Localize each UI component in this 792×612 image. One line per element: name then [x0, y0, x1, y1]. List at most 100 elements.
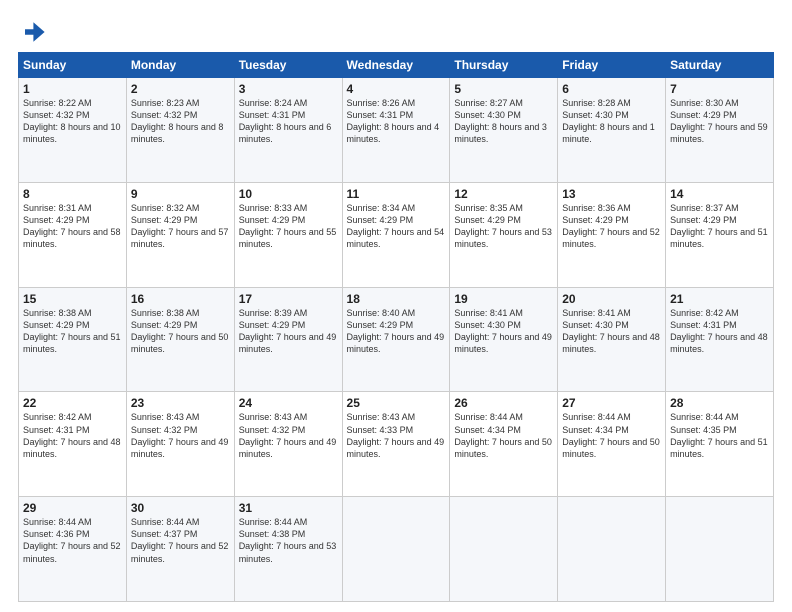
- day-info: Sunrise: 8:41 AMSunset: 4:30 PMDaylight:…: [562, 307, 661, 356]
- day-info: Sunrise: 8:42 AMSunset: 4:31 PMDaylight:…: [23, 411, 122, 460]
- day-cell: [450, 497, 558, 602]
- week-row-3: 15Sunrise: 8:38 AMSunset: 4:29 PMDayligh…: [19, 287, 774, 392]
- day-info: Sunrise: 8:41 AMSunset: 4:30 PMDaylight:…: [454, 307, 553, 356]
- day-cell: 1Sunrise: 8:22 AMSunset: 4:32 PMDaylight…: [19, 78, 127, 183]
- day-cell: 13Sunrise: 8:36 AMSunset: 4:29 PMDayligh…: [558, 182, 666, 287]
- day-number: 19: [454, 292, 553, 306]
- day-number: 30: [131, 501, 230, 515]
- day-cell: 4Sunrise: 8:26 AMSunset: 4:31 PMDaylight…: [342, 78, 450, 183]
- day-info: Sunrise: 8:44 AMSunset: 4:36 PMDaylight:…: [23, 516, 122, 565]
- calendar-table: SundayMondayTuesdayWednesdayThursdayFrid…: [18, 52, 774, 602]
- day-number: 1: [23, 82, 122, 96]
- calendar-body: 1Sunrise: 8:22 AMSunset: 4:32 PMDaylight…: [19, 78, 774, 602]
- day-number: 17: [239, 292, 338, 306]
- day-number: 24: [239, 396, 338, 410]
- day-number: 23: [131, 396, 230, 410]
- day-number: 2: [131, 82, 230, 96]
- day-cell: 2Sunrise: 8:23 AMSunset: 4:32 PMDaylight…: [126, 78, 234, 183]
- day-info: Sunrise: 8:32 AMSunset: 4:29 PMDaylight:…: [131, 202, 230, 251]
- day-number: 5: [454, 82, 553, 96]
- day-cell: 11Sunrise: 8:34 AMSunset: 4:29 PMDayligh…: [342, 182, 450, 287]
- col-header-thursday: Thursday: [450, 53, 558, 78]
- week-row-2: 8Sunrise: 8:31 AMSunset: 4:29 PMDaylight…: [19, 182, 774, 287]
- day-info: Sunrise: 8:34 AMSunset: 4:29 PMDaylight:…: [347, 202, 446, 251]
- day-cell: 12Sunrise: 8:35 AMSunset: 4:29 PMDayligh…: [450, 182, 558, 287]
- week-row-5: 29Sunrise: 8:44 AMSunset: 4:36 PMDayligh…: [19, 497, 774, 602]
- day-cell: [342, 497, 450, 602]
- page: SundayMondayTuesdayWednesdayThursdayFrid…: [0, 0, 792, 612]
- day-cell: 16Sunrise: 8:38 AMSunset: 4:29 PMDayligh…: [126, 287, 234, 392]
- day-cell: 26Sunrise: 8:44 AMSunset: 4:34 PMDayligh…: [450, 392, 558, 497]
- day-info: Sunrise: 8:44 AMSunset: 4:34 PMDaylight:…: [454, 411, 553, 460]
- header-row: SundayMondayTuesdayWednesdayThursdayFrid…: [19, 53, 774, 78]
- day-number: 15: [23, 292, 122, 306]
- day-cell: 6Sunrise: 8:28 AMSunset: 4:30 PMDaylight…: [558, 78, 666, 183]
- day-cell: 18Sunrise: 8:40 AMSunset: 4:29 PMDayligh…: [342, 287, 450, 392]
- col-header-monday: Monday: [126, 53, 234, 78]
- day-cell: 22Sunrise: 8:42 AMSunset: 4:31 PMDayligh…: [19, 392, 127, 497]
- day-info: Sunrise: 8:38 AMSunset: 4:29 PMDaylight:…: [23, 307, 122, 356]
- day-info: Sunrise: 8:43 AMSunset: 4:33 PMDaylight:…: [347, 411, 446, 460]
- day-number: 22: [23, 396, 122, 410]
- day-info: Sunrise: 8:42 AMSunset: 4:31 PMDaylight:…: [670, 307, 769, 356]
- day-info: Sunrise: 8:31 AMSunset: 4:29 PMDaylight:…: [23, 202, 122, 251]
- day-info: Sunrise: 8:22 AMSunset: 4:32 PMDaylight:…: [23, 97, 122, 146]
- day-cell: [666, 497, 774, 602]
- day-cell: 9Sunrise: 8:32 AMSunset: 4:29 PMDaylight…: [126, 182, 234, 287]
- day-info: Sunrise: 8:37 AMSunset: 4:29 PMDaylight:…: [670, 202, 769, 251]
- logo-icon: [18, 18, 46, 46]
- day-number: 14: [670, 187, 769, 201]
- col-header-wednesday: Wednesday: [342, 53, 450, 78]
- day-cell: 19Sunrise: 8:41 AMSunset: 4:30 PMDayligh…: [450, 287, 558, 392]
- day-info: Sunrise: 8:24 AMSunset: 4:31 PMDaylight:…: [239, 97, 338, 146]
- day-info: Sunrise: 8:38 AMSunset: 4:29 PMDaylight:…: [131, 307, 230, 356]
- day-number: 9: [131, 187, 230, 201]
- day-cell: 23Sunrise: 8:43 AMSunset: 4:32 PMDayligh…: [126, 392, 234, 497]
- day-cell: 21Sunrise: 8:42 AMSunset: 4:31 PMDayligh…: [666, 287, 774, 392]
- day-info: Sunrise: 8:44 AMSunset: 4:38 PMDaylight:…: [239, 516, 338, 565]
- day-number: 21: [670, 292, 769, 306]
- day-number: 12: [454, 187, 553, 201]
- day-number: 20: [562, 292, 661, 306]
- day-number: 26: [454, 396, 553, 410]
- day-info: Sunrise: 8:36 AMSunset: 4:29 PMDaylight:…: [562, 202, 661, 251]
- day-number: 27: [562, 396, 661, 410]
- day-info: Sunrise: 8:44 AMSunset: 4:34 PMDaylight:…: [562, 411, 661, 460]
- day-number: 11: [347, 187, 446, 201]
- header: [18, 18, 774, 46]
- day-cell: 15Sunrise: 8:38 AMSunset: 4:29 PMDayligh…: [19, 287, 127, 392]
- day-number: 18: [347, 292, 446, 306]
- day-cell: 27Sunrise: 8:44 AMSunset: 4:34 PMDayligh…: [558, 392, 666, 497]
- day-number: 10: [239, 187, 338, 201]
- week-row-4: 22Sunrise: 8:42 AMSunset: 4:31 PMDayligh…: [19, 392, 774, 497]
- day-number: 7: [670, 82, 769, 96]
- day-cell: 3Sunrise: 8:24 AMSunset: 4:31 PMDaylight…: [234, 78, 342, 183]
- day-cell: 30Sunrise: 8:44 AMSunset: 4:37 PMDayligh…: [126, 497, 234, 602]
- week-row-1: 1Sunrise: 8:22 AMSunset: 4:32 PMDaylight…: [19, 78, 774, 183]
- day-cell: [558, 497, 666, 602]
- day-number: 31: [239, 501, 338, 515]
- day-info: Sunrise: 8:33 AMSunset: 4:29 PMDaylight:…: [239, 202, 338, 251]
- day-cell: 29Sunrise: 8:44 AMSunset: 4:36 PMDayligh…: [19, 497, 127, 602]
- col-header-saturday: Saturday: [666, 53, 774, 78]
- day-info: Sunrise: 8:44 AMSunset: 4:35 PMDaylight:…: [670, 411, 769, 460]
- day-number: 3: [239, 82, 338, 96]
- day-cell: 25Sunrise: 8:43 AMSunset: 4:33 PMDayligh…: [342, 392, 450, 497]
- day-cell: 14Sunrise: 8:37 AMSunset: 4:29 PMDayligh…: [666, 182, 774, 287]
- day-number: 28: [670, 396, 769, 410]
- day-number: 25: [347, 396, 446, 410]
- day-info: Sunrise: 8:27 AMSunset: 4:30 PMDaylight:…: [454, 97, 553, 146]
- day-info: Sunrise: 8:43 AMSunset: 4:32 PMDaylight:…: [239, 411, 338, 460]
- day-cell: 28Sunrise: 8:44 AMSunset: 4:35 PMDayligh…: [666, 392, 774, 497]
- day-info: Sunrise: 8:28 AMSunset: 4:30 PMDaylight:…: [562, 97, 661, 146]
- day-number: 16: [131, 292, 230, 306]
- day-info: Sunrise: 8:43 AMSunset: 4:32 PMDaylight:…: [131, 411, 230, 460]
- day-number: 8: [23, 187, 122, 201]
- day-cell: 20Sunrise: 8:41 AMSunset: 4:30 PMDayligh…: [558, 287, 666, 392]
- day-cell: 8Sunrise: 8:31 AMSunset: 4:29 PMDaylight…: [19, 182, 127, 287]
- day-info: Sunrise: 8:30 AMSunset: 4:29 PMDaylight:…: [670, 97, 769, 146]
- logo: [18, 18, 50, 46]
- day-info: Sunrise: 8:39 AMSunset: 4:29 PMDaylight:…: [239, 307, 338, 356]
- day-info: Sunrise: 8:26 AMSunset: 4:31 PMDaylight:…: [347, 97, 446, 146]
- day-cell: 24Sunrise: 8:43 AMSunset: 4:32 PMDayligh…: [234, 392, 342, 497]
